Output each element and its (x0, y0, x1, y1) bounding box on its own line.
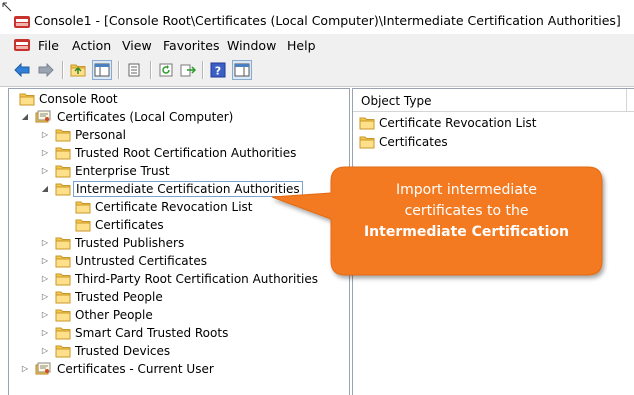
folder-icon (55, 272, 71, 286)
window-title: Console1 - [Console Root\Certificates (L… (34, 13, 621, 28)
console-tree-pane[interactable]: Console Root ◢ Certificates (Local Compu… (8, 88, 350, 395)
tree-node-label: Trusted Root Certification Authorities (75, 146, 297, 160)
expand-arrow-icon[interactable]: ▷ (41, 166, 49, 175)
folder-icon (55, 164, 71, 178)
toolbar-separator (202, 61, 204, 79)
certificate-store-icon (35, 110, 51, 124)
toolbar-separator (62, 61, 64, 79)
expand-arrow-icon[interactable]: ▷ (41, 256, 49, 265)
menu-help[interactable]: Help (287, 38, 316, 53)
menu-view[interactable]: View (122, 38, 152, 53)
tree-node-label: Certificates (Local Computer) (57, 110, 234, 124)
tree-node-label: Smart Card Trusted Roots (75, 326, 229, 340)
folder-icon (55, 326, 71, 340)
folder-icon (55, 308, 71, 322)
tree-node-label: Console Root (39, 92, 118, 106)
list-item-label: Certificate Revocation List (379, 116, 537, 130)
mmc-app-icon[interactable] (14, 14, 30, 28)
expand-arrow-icon[interactable]: ▷ (41, 328, 49, 337)
up-folder-icon[interactable] (68, 60, 88, 80)
tree-node-label: Enterprise Trust (75, 164, 170, 178)
tree-node-label: Personal (75, 128, 127, 142)
tree-node-label: Trusted Devices (75, 344, 171, 358)
folder-icon (55, 236, 71, 250)
document-window-icon[interactable] (14, 38, 30, 52)
expand-arrow-icon[interactable]: ▷ (21, 364, 29, 373)
folder-icon (55, 290, 71, 304)
resize-icon (2, 2, 12, 12)
collapse-arrow-icon[interactable]: ◢ (41, 184, 49, 193)
certificate-store-icon (35, 362, 51, 376)
properties-icon[interactable] (124, 60, 144, 80)
tree-node-label: Trusted People (75, 290, 163, 304)
tree-node-label: Other People (75, 308, 153, 322)
tree-node-label: Certificate Revocation List (95, 200, 253, 214)
refresh-icon[interactable] (156, 60, 176, 80)
expand-arrow-icon[interactable]: ▷ (41, 346, 49, 355)
folder-icon (55, 344, 71, 358)
back-arrow-icon[interactable] (12, 60, 32, 80)
expand-arrow-icon[interactable]: ▷ (41, 310, 49, 319)
svg-text:?: ? (215, 65, 221, 78)
toolbar-separator (150, 61, 152, 79)
show-action-pane-icon[interactable] (232, 60, 252, 80)
folder-icon (55, 146, 71, 160)
folder-icon (359, 135, 375, 149)
tree-node-label: Certificates (95, 218, 164, 232)
toolbar-separator (118, 61, 120, 79)
column-header-label: Object Type (361, 94, 432, 108)
folder-icon (55, 182, 71, 196)
forward-arrow-icon[interactable] (36, 60, 56, 80)
menu-window[interactable]: Window (227, 38, 276, 53)
title-bar: Console1 - [Console Root\Certificates (L… (0, 0, 634, 34)
callout-line: Import intermediate (396, 182, 537, 198)
callout-line-bold: Intermediate Certification (363, 224, 570, 240)
column-divider[interactable] (626, 89, 627, 111)
folder-icon (75, 200, 91, 214)
collapse-arrow-icon[interactable]: ◢ (21, 112, 29, 121)
menu-action[interactable]: Action (72, 38, 111, 53)
menu-file[interactable]: File (38, 38, 59, 53)
expand-arrow-icon[interactable]: ▷ (41, 292, 49, 301)
folder-icon (75, 218, 91, 232)
folder-icon (359, 116, 375, 130)
callout-text: Import intermediate certificates to the … (331, 180, 602, 243)
callout-line: certificates to the (404, 203, 529, 219)
menu-favorites[interactable]: Favorites (163, 38, 219, 53)
tree-node-label: Third-Party Root Certification Authoriti… (75, 272, 318, 286)
column-header-object-type[interactable]: Object Type (353, 89, 634, 112)
folder-icon (55, 254, 71, 268)
expand-arrow-icon[interactable]: ▷ (41, 274, 49, 283)
expand-arrow-icon[interactable]: ▷ (41, 148, 49, 157)
help-icon[interactable]: ? (208, 60, 228, 80)
export-list-icon[interactable] (178, 60, 198, 80)
folder-icon (55, 128, 71, 142)
list-item-label: Certificates (379, 135, 448, 149)
folder-icon (19, 92, 35, 106)
tree-node-label: Untrusted Certificates (75, 254, 207, 268)
show-tree-icon[interactable] (92, 60, 112, 80)
tree-node-label: Certificates - Current User (57, 362, 214, 376)
tree-node-label: Intermediate Certification Authorities (73, 181, 303, 197)
expand-arrow-icon[interactable]: ▷ (41, 130, 49, 139)
tree-node-label: Trusted Publishers (75, 236, 185, 250)
expand-arrow-icon[interactable]: ▷ (41, 238, 49, 247)
